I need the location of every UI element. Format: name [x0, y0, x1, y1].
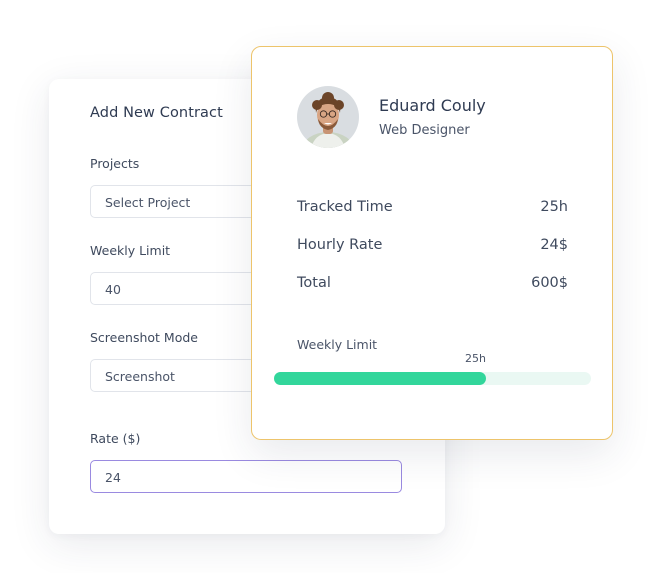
total-value: 600$	[531, 275, 568, 291]
contractor-name: Eduard Couly	[379, 96, 486, 115]
total-label: Total	[297, 275, 331, 291]
avatar	[297, 86, 359, 148]
weekly-limit-progress-label: Weekly Limit	[297, 337, 378, 352]
weekly-limit-progress-fill	[274, 372, 487, 385]
weekly-limit-label: Weekly Limit	[90, 243, 171, 258]
tracked-time-label: Tracked Time	[297, 199, 393, 215]
hourly-rate-label: Hourly Rate	[297, 237, 383, 253]
tracked-time-value: 25h	[540, 199, 568, 215]
projects-label: Projects	[90, 156, 140, 171]
weekly-limit-marker: 25h	[465, 352, 486, 365]
weekly-limit-progress-track	[274, 372, 591, 385]
weekly-limit-value: 40	[105, 282, 121, 297]
rate-value: 24	[105, 470, 121, 485]
stage: Add New Contract Projects Select Project…	[0, 0, 660, 573]
screenshot-mode-value: Screenshot	[105, 369, 175, 384]
contractor-role: Web Designer	[379, 123, 470, 138]
hourly-rate-value: 24$	[540, 237, 568, 253]
avatar-image	[297, 86, 359, 148]
rate-input[interactable]: 24	[90, 460, 402, 493]
form-title: Add New Contract	[90, 105, 223, 121]
rate-label: Rate ($)	[90, 431, 141, 446]
screenshot-mode-label: Screenshot Mode	[90, 330, 198, 345]
projects-select-value: Select Project	[105, 195, 191, 210]
contractor-profile-card: Eduard Couly Web Designer Tracked Time 2…	[251, 46, 613, 440]
